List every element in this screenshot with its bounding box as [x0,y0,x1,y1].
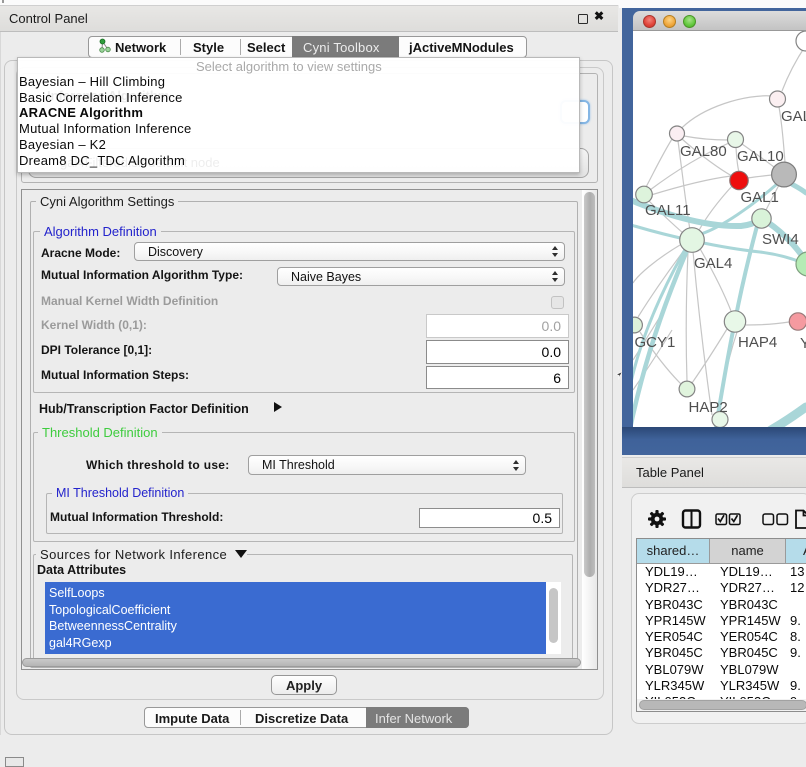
svg-text:GAL10: GAL10 [737,148,784,165]
svg-text:GAL1: GAL1 [741,189,779,206]
svg-text:Y: Y [800,335,806,352]
svg-text:HAP4: HAP4 [738,334,777,351]
svg-text:GCY1: GCY1 [635,334,676,351]
svg-text:GAL: GAL [781,108,806,125]
svg-text:HAP2: HAP2 [689,399,728,416]
svg-text:GAL4: GAL4 [694,255,732,272]
svg-text:GAL80: GAL80 [680,143,727,160]
svg-text:SWI4: SWI4 [762,231,799,248]
svg-text:GAL11: GAL11 [645,202,691,219]
